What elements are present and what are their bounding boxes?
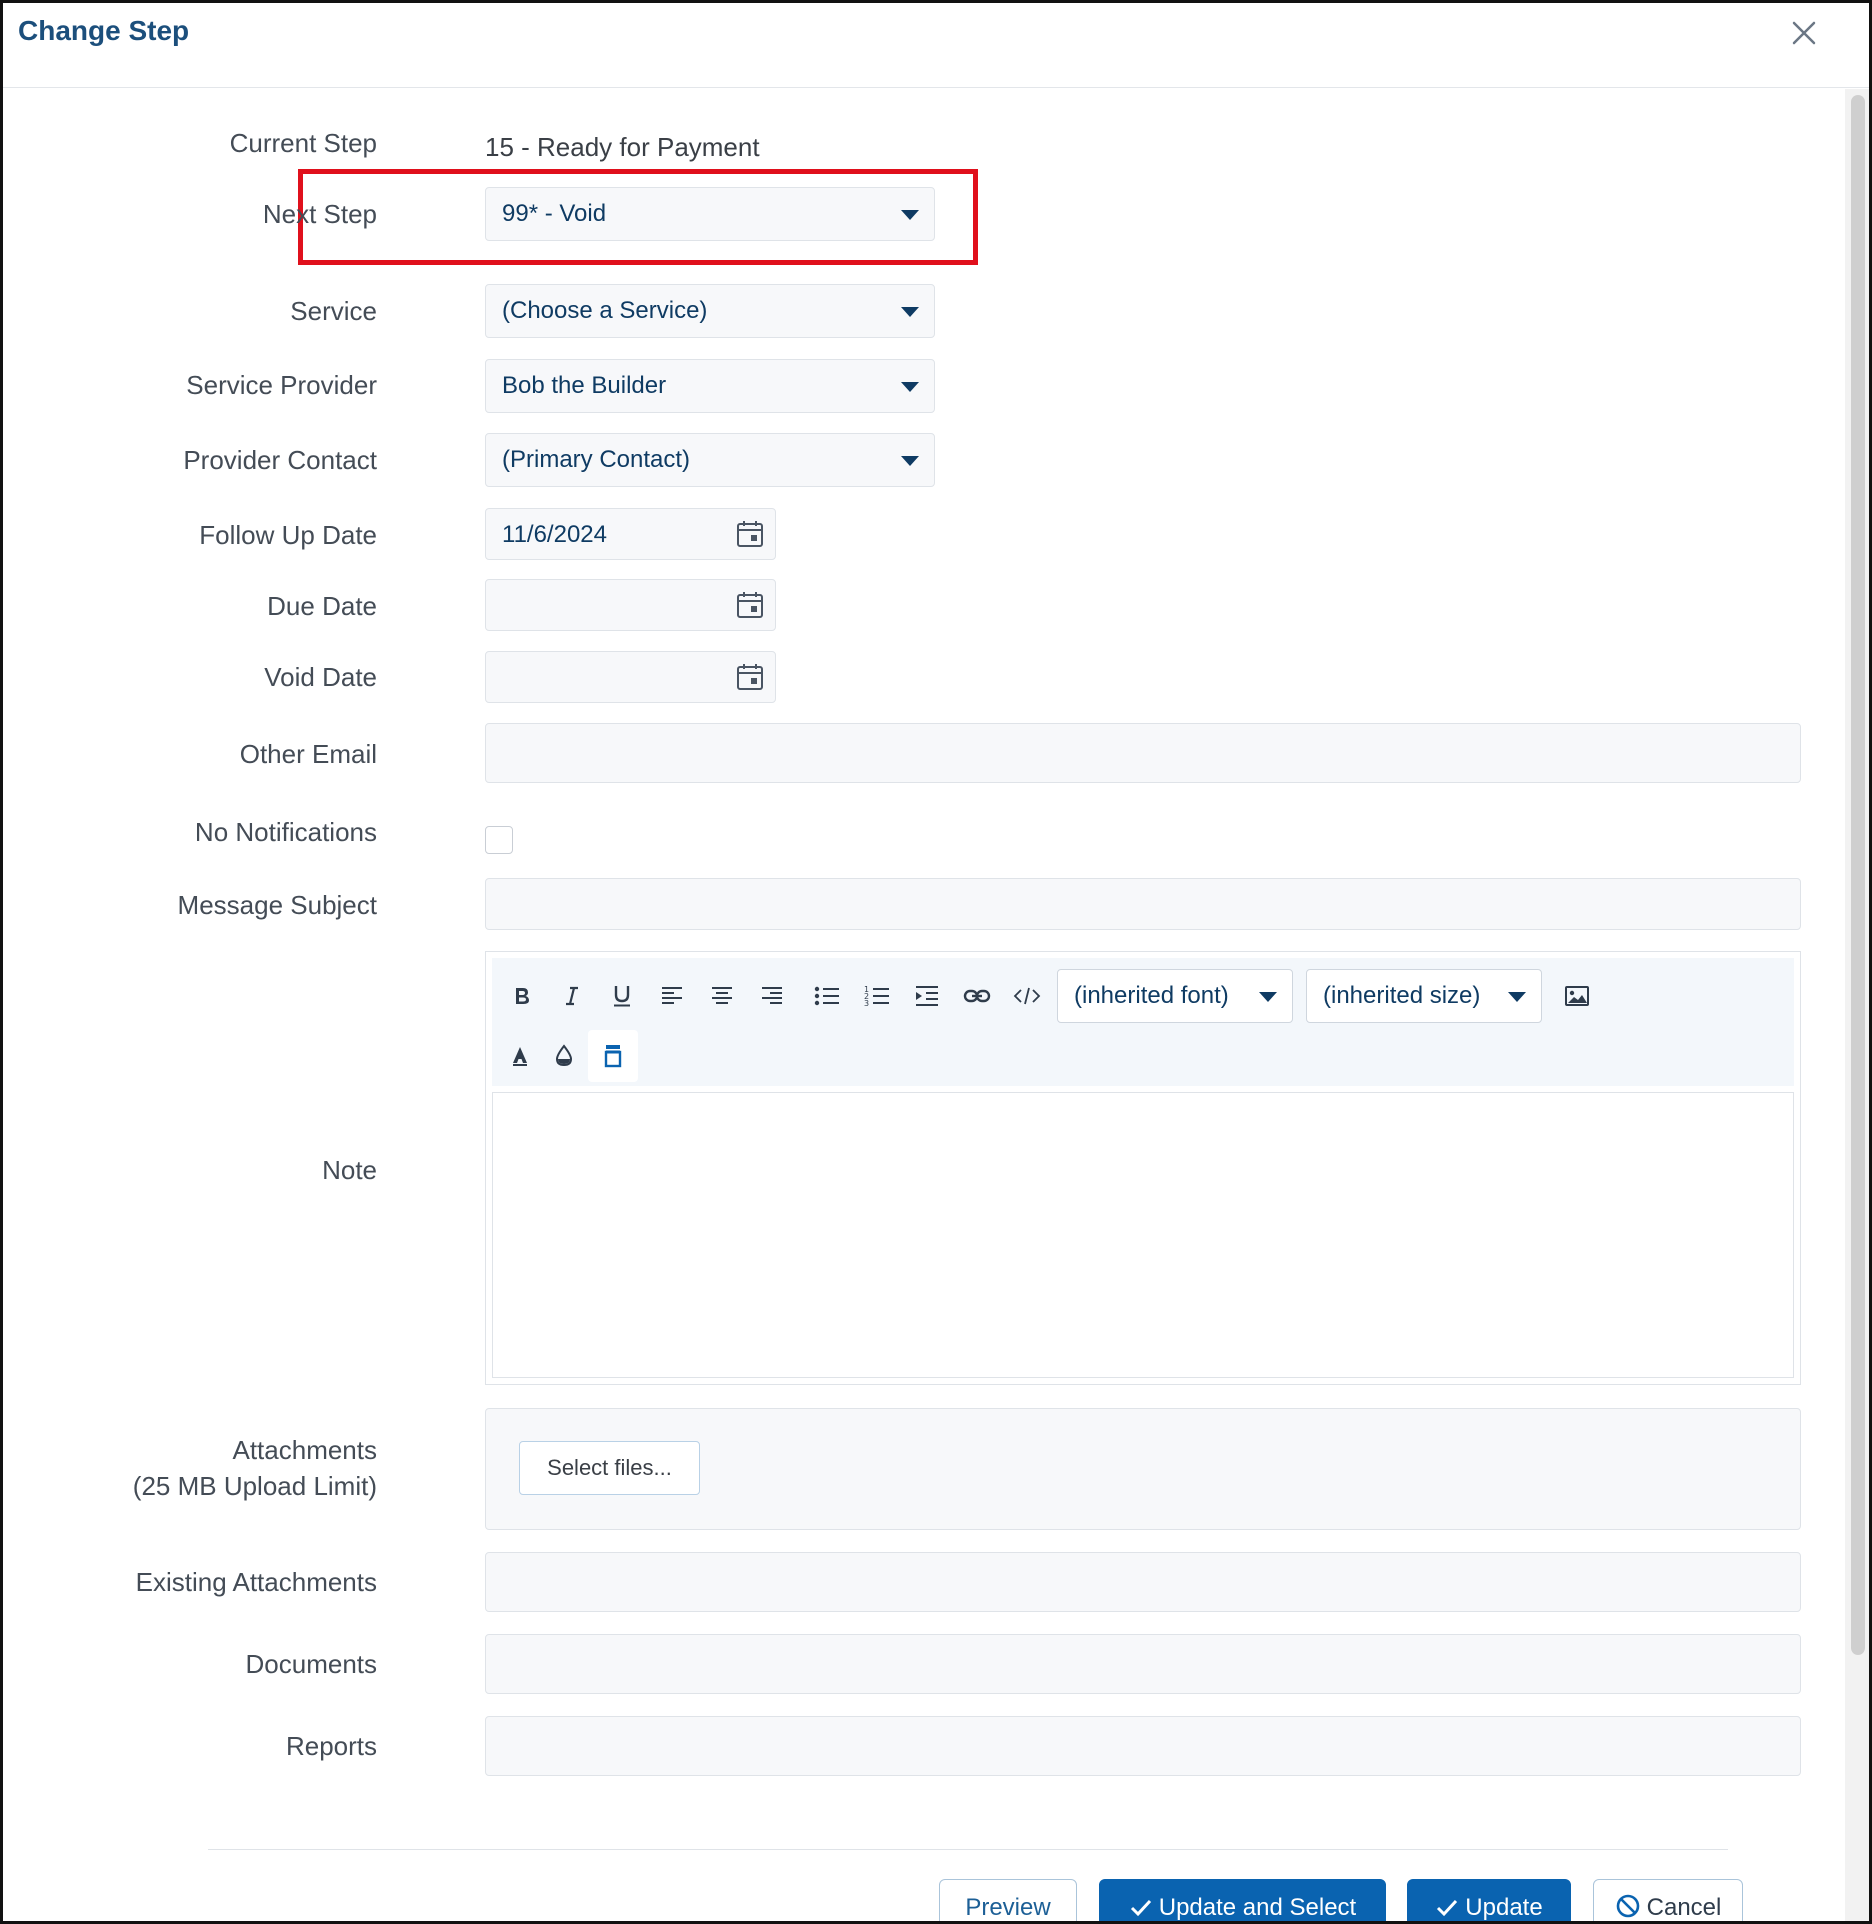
svg-text:3: 3 [864, 999, 869, 1008]
current-step-label: Current Step [229, 128, 377, 158]
service-provider-value: Bob the Builder [502, 372, 667, 399]
no-notifications-checkbox[interactable] [485, 826, 513, 854]
ban-icon [1616, 1894, 1639, 1918]
chevron-down-icon [1259, 992, 1277, 1002]
follow-up-date-label: Follow Up Date [199, 520, 377, 550]
clean-formatting-icon[interactable] [588, 1030, 638, 1082]
update-and-select-button[interactable]: Update and Select [1099, 1879, 1386, 1921]
link-icon[interactable] [957, 974, 997, 1018]
provider-contact-label: Provider Contact [183, 445, 377, 475]
change-step-dialog: Change Step Current Step 15 - Ready for … [0, 0, 1872, 1924]
numbered-list-icon[interactable]: 123 [857, 974, 897, 1018]
check-icon [1130, 1899, 1151, 1917]
underline-icon[interactable] [602, 974, 642, 1018]
calendar-icon[interactable] [735, 662, 765, 692]
no-notifications-label: No Notifications [194, 817, 377, 847]
void-date-label: Void Date [264, 662, 377, 692]
service-provider-label: Service Provider [186, 370, 377, 400]
chevron-down-icon [901, 307, 919, 317]
service-select[interactable]: (Choose a Service) [485, 284, 935, 338]
code-icon[interactable] [1007, 974, 1047, 1018]
dialog-title: Change Step [18, 15, 190, 46]
font-color-icon[interactable] [500, 1034, 540, 1078]
provider-contact-select[interactable]: (Primary Contact) [485, 433, 935, 487]
void-date-input[interactable] [485, 651, 776, 703]
font-size-select[interactable]: (inherited size) [1306, 969, 1542, 1023]
note-editor: 123 (inherited font) (inherited size) [485, 951, 1801, 1385]
image-icon[interactable] [1557, 974, 1597, 1018]
font-family-value: (inherited font) [1074, 982, 1229, 1009]
next-step-select[interactable]: 99* - Void [485, 187, 935, 241]
provider-contact-value: (Primary Contact) [502, 446, 691, 473]
follow-up-date-input[interactable]: 11/6/2024 [485, 508, 776, 560]
next-step-value: 99* - Void [502, 200, 607, 227]
indent-icon[interactable] [907, 974, 947, 1018]
documents-label: Documents [245, 1649, 378, 1679]
preview-button[interactable]: Preview [939, 1879, 1077, 1921]
bold-icon[interactable] [502, 974, 542, 1018]
service-label: Service [290, 296, 377, 326]
attachments-label: Attachments (25 MB Upload Limit) [133, 1432, 377, 1504]
other-email-input[interactable] [485, 723, 1801, 783]
note-label: Note [322, 1155, 377, 1185]
align-center-icon[interactable] [702, 974, 742, 1018]
font-size-value: (inherited size) [1323, 982, 1481, 1009]
preview-label: Preview [965, 1894, 1051, 1921]
due-date-label: Due Date [267, 591, 377, 621]
calendar-icon[interactable] [735, 590, 765, 620]
existing-attachments-label: Existing Attachments [135, 1567, 377, 1597]
current-step-value: 15 - Ready for Payment [485, 132, 760, 162]
calendar-icon[interactable] [735, 519, 765, 549]
service-provider-select[interactable]: Bob the Builder [485, 359, 935, 413]
editor-toolbar: 123 (inherited font) (inherited size) [492, 958, 1794, 1086]
update-label: Update [1465, 1894, 1543, 1921]
follow-up-date-value: 11/6/2024 [502, 521, 607, 548]
existing-attachments-box [485, 1552, 1801, 1612]
scrollbar-thumb[interactable] [1851, 95, 1865, 1655]
chevron-down-icon [901, 456, 919, 466]
chevron-down-icon [901, 382, 919, 392]
chevron-down-icon [901, 210, 919, 220]
align-right-icon[interactable] [752, 974, 792, 1018]
note-content-area[interactable] [492, 1092, 1794, 1378]
background-color-icon[interactable] [544, 1034, 584, 1078]
font-family-select[interactable]: (inherited font) [1057, 969, 1293, 1023]
update-and-select-label: Update and Select [1158, 1894, 1357, 1921]
bulleted-list-icon[interactable] [807, 974, 847, 1018]
italic-icon[interactable] [552, 974, 592, 1018]
other-email-label: Other Email [239, 739, 377, 769]
chevron-down-icon [1508, 992, 1526, 1002]
attachments-label-line2: (25 MB Upload Limit) [132, 1471, 377, 1501]
update-button[interactable]: Update [1407, 1879, 1571, 1921]
cancel-button[interactable]: Cancel [1593, 1879, 1743, 1921]
align-left-icon[interactable] [652, 974, 692, 1018]
message-subject-input[interactable] [485, 878, 1801, 930]
message-subject-label: Message Subject [177, 890, 377, 920]
reports-label: Reports [285, 1731, 377, 1761]
close-icon[interactable] [1784, 13, 1824, 53]
due-date-input[interactable] [485, 579, 776, 631]
attachments-label-line1: Attachments [232, 1435, 377, 1465]
next-step-label: Next Step [262, 199, 377, 229]
reports-box [485, 1716, 1801, 1776]
dialog-titlebar: Change Step [3, 3, 1869, 88]
cancel-label: Cancel [1646, 1894, 1722, 1921]
select-files-button[interactable]: Select files... [519, 1441, 700, 1495]
service-value: (Choose a Service) [502, 297, 708, 324]
documents-box [485, 1634, 1801, 1694]
footer-divider [208, 1849, 1728, 1850]
check-icon [1437, 1899, 1458, 1917]
